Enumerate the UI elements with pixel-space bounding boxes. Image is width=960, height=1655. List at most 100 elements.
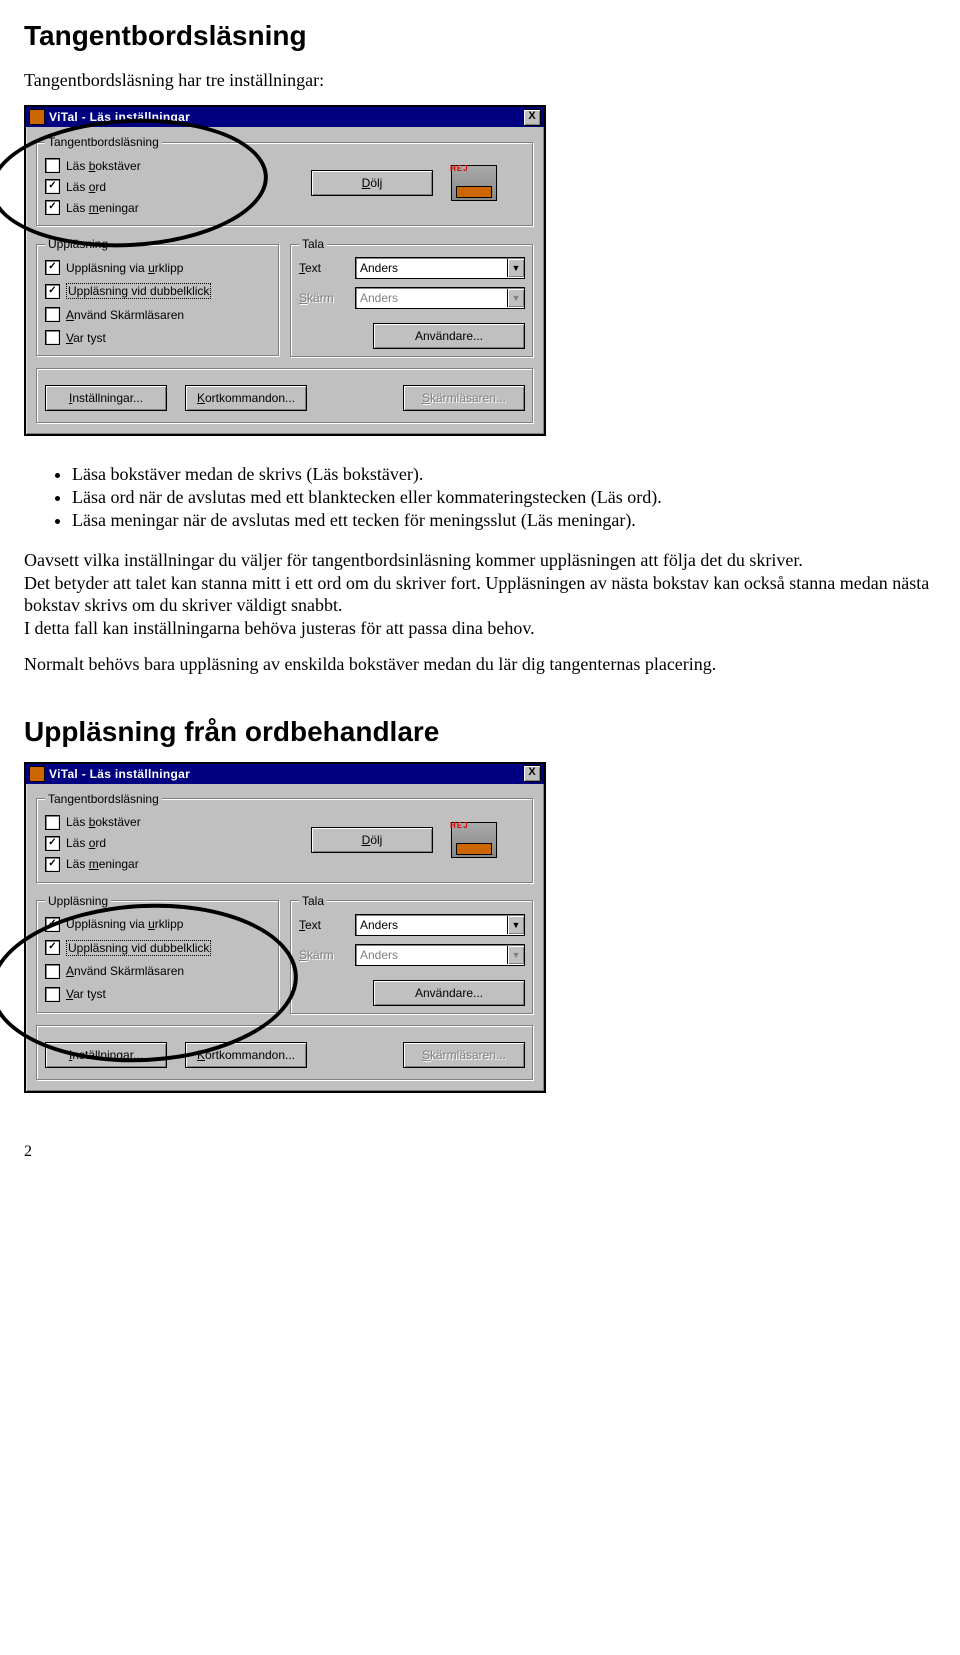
checkbox-label: Använd Skärmläsaren [66, 308, 184, 322]
checkbox-label: Var tyst [66, 987, 106, 1001]
list-item: Läsa meningar när de avslutas med ett te… [72, 510, 936, 531]
checkbox-icon: ✓ [45, 940, 60, 955]
checkbox-upplasning-urklipp[interactable]: ✓ Uppläsning via urklipp [45, 260, 271, 275]
chevron-down-icon[interactable]: ▼ [507, 916, 524, 934]
group-legend: Tangentbordsläsning [45, 792, 162, 806]
group-tangentbordslasning: Tangentbordsläsning Läs bokstäver ✓ Läs … [36, 792, 534, 884]
checkbox-icon [45, 987, 60, 1002]
bottom-button-group: Inställningar... Kortkommandon... Skärml… [36, 368, 534, 424]
checkbox-var-tyst[interactable]: Var tyst [45, 987, 271, 1002]
combo-text[interactable]: Anders ▼ [355, 914, 525, 936]
combo-skarm: Anders ▼ [355, 287, 525, 309]
hej-icon [451, 822, 497, 858]
combo-skarm: Anders ▼ [355, 944, 525, 966]
checkbox-label: Uppläsning via urklipp [66, 261, 183, 275]
checkbox-label: Läs meningar [66, 857, 139, 871]
checkbox-icon: ✓ [45, 857, 60, 872]
combo-value: Anders [356, 918, 507, 932]
group-legend: Uppläsning [45, 237, 111, 251]
group-upplasning: Uppläsning ✓ Uppläsning via urklipp ✓ Up… [36, 237, 280, 357]
group-tala: Tala Text Anders ▼ Skärm Anders ▼ [290, 237, 534, 358]
label-skarm: Skärm [299, 948, 349, 962]
group-legend: Tangentbordsläsning [45, 135, 162, 149]
skarmlasaren-button: Skärmläsaren... [403, 385, 525, 411]
checkbox-label: Var tyst [66, 331, 106, 345]
list-item: Läsa ord när de avslutas med ett blankte… [72, 487, 936, 508]
group-legend: Tala [299, 237, 327, 251]
window-title: ViTal - Läs inställningar [49, 767, 523, 781]
checkbox-icon [45, 964, 60, 979]
body-paragraph: Normalt behövs bara uppläsning av enskil… [24, 653, 936, 676]
combo-text[interactable]: Anders ▼ [355, 257, 525, 279]
checkbox-icon: ✓ [45, 917, 60, 932]
checkbox-las-bokstaver[interactable]: Läs bokstäver [45, 815, 285, 830]
anvandare-button[interactable]: Användare... [373, 323, 525, 349]
titlebar[interactable]: ViTal - Läs inställningar X [26, 107, 544, 127]
bullet-list: Läsa bokstäver medan de skrivs (Läs boks… [24, 464, 936, 531]
screenshot-2: ViTal - Läs inställningar X Tangentbords… [24, 762, 936, 1093]
dialog-vital-2: ViTal - Läs inställningar X Tangentbords… [24, 762, 546, 1093]
intro-paragraph: Tangentbordsläsning har tre inställninga… [24, 70, 936, 91]
kortkommandon-button[interactable]: Kortkommandon... [185, 385, 307, 411]
page-number: 2 [24, 1143, 936, 1161]
checkbox-icon [45, 158, 60, 173]
checkbox-las-ord[interactable]: ✓ Läs ord [45, 179, 285, 194]
list-item: Läsa bokstäver medan de skrivs (Läs boks… [72, 464, 936, 485]
checkbox-label: Använd Skärmläsaren [66, 964, 184, 978]
combo-value: Anders [356, 261, 507, 275]
label-text: Text [299, 261, 349, 275]
checkbox-label: Uppläsning vid dubbelklick [66, 940, 211, 956]
hej-icon [451, 165, 497, 201]
heading-upplasning-ordbehandlare: Uppläsning från ordbehandlare [24, 716, 936, 748]
group-legend: Tala [299, 894, 327, 908]
skarmlasaren-button: Skärmläsaren... [403, 1042, 525, 1068]
installningar-button[interactable]: Inställningar... [45, 385, 167, 411]
titlebar[interactable]: ViTal - Läs inställningar X [26, 764, 544, 784]
checkbox-las-meningar[interactable]: ✓ Läs meningar [45, 200, 285, 215]
checkbox-label: Uppläsning via urklipp [66, 917, 183, 931]
checkbox-label: Läs bokstäver [66, 159, 141, 173]
kortkommandon-button[interactable]: Kortkommandon... [185, 1042, 307, 1068]
checkbox-label: Uppläsning vid dubbelklick [66, 283, 211, 299]
checkbox-icon [45, 307, 60, 322]
dolj-button[interactable]: Dölj [311, 170, 433, 196]
group-upplasning: Uppläsning ✓ Uppläsning via urklipp ✓ Up… [36, 894, 280, 1014]
checkbox-icon: ✓ [45, 260, 60, 275]
app-icon [29, 109, 45, 125]
group-tangentbordslasning: Tangentbordsläsning Läs bokstäver ✓ Läs … [36, 135, 534, 227]
checkbox-anvand-skarmlasaren[interactable]: Använd Skärmläsaren [45, 307, 271, 322]
anvandare-button[interactable]: Användare... [373, 980, 525, 1006]
screenshot-1: ViTal - Läs inställningar X Tangentbords… [24, 105, 936, 436]
label-skarm: Skärm [299, 291, 349, 305]
app-icon [29, 766, 45, 782]
group-tala: Tala Text Anders ▼ Skärm Anders ▼ [290, 894, 534, 1015]
checkbox-upplasning-dubbelklick[interactable]: ✓ Uppläsning vid dubbelklick [45, 940, 271, 956]
checkbox-icon [45, 330, 60, 345]
chevron-down-icon: ▼ [507, 946, 524, 964]
label-text: Text [299, 918, 349, 932]
checkbox-upplasning-urklipp[interactable]: ✓ Uppläsning via urklipp [45, 917, 271, 932]
checkbox-las-bokstaver[interactable]: Läs bokstäver [45, 158, 285, 173]
checkbox-icon [45, 815, 60, 830]
installningar-button[interactable]: Inställningar... [45, 1042, 167, 1068]
checkbox-las-meningar[interactable]: ✓ Läs meningar [45, 857, 285, 872]
close-icon[interactable]: X [523, 109, 541, 126]
checkbox-label: Läs ord [66, 180, 106, 194]
dolj-button[interactable]: Dölj [311, 827, 433, 853]
checkbox-upplasning-dubbelklick[interactable]: ✓ Uppläsning vid dubbelklick [45, 283, 271, 299]
combo-value: Anders [356, 291, 507, 305]
window-title: ViTal - Läs inställningar [49, 110, 523, 124]
checkbox-anvand-skarmlasaren[interactable]: Använd Skärmläsaren [45, 964, 271, 979]
group-legend: Uppläsning [45, 894, 111, 908]
checkbox-las-ord[interactable]: ✓ Läs ord [45, 836, 285, 851]
bottom-button-group: Inställningar... Kortkommandon... Skärml… [36, 1025, 534, 1081]
checkbox-label: Läs ord [66, 836, 106, 850]
checkbox-icon: ✓ [45, 179, 60, 194]
checkbox-icon: ✓ [45, 200, 60, 215]
checkbox-label: Läs meningar [66, 201, 139, 215]
close-icon[interactable]: X [523, 765, 541, 782]
combo-value: Anders [356, 948, 507, 962]
chevron-down-icon[interactable]: ▼ [507, 259, 524, 277]
checkbox-var-tyst[interactable]: Var tyst [45, 330, 271, 345]
dialog-vital-1: ViTal - Läs inställningar X Tangentbords… [24, 105, 546, 436]
